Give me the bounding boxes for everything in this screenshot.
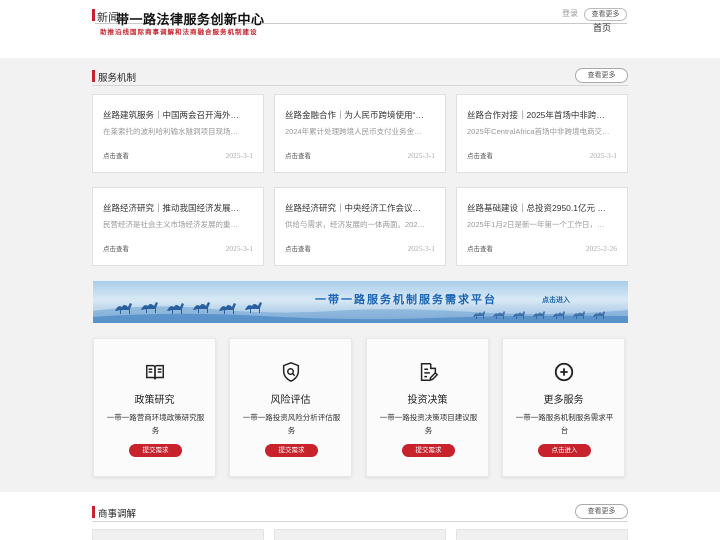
service-card-risk-assessment[interactable]: 风险评估 一带一路投资风险分析评估服务 提交需求 (229, 338, 352, 477)
news-card-desc: 2025年CentralAfrica首场中非跨境电商交… (467, 127, 610, 136)
service-desc: 一带一路投资决策项目建议服务 (379, 413, 478, 435)
news-card-desc: 供给与需求，经济发展的一体两面。202… (285, 220, 426, 229)
plus-circle-icon (554, 362, 574, 382)
news-card[interactable]: 丝路合作对接｜2025年首场中非跨… 2025年CentralAfrica首场中… (456, 94, 628, 173)
news-card-link[interactable]: 点击查看 (467, 243, 493, 253)
section-title: 商事调解 (98, 509, 137, 520)
banner-title: 一带一路服务机制服务需求平台 (315, 294, 497, 306)
service-mechanism-header: 服务机制 查看更多 (92, 68, 628, 86)
news-card-link[interactable]: 点击查看 (467, 150, 493, 160)
news-card-link[interactable]: 点击查看 (103, 243, 129, 253)
service-name: 风险评估 (270, 395, 311, 406)
service-name: 政策研究 (134, 395, 175, 406)
commercial-mediation-header: 商事调解 查看更多 (92, 504, 628, 522)
news-card-desc: 在莱索托的波利哈利输水隧洞项目现场… (103, 127, 238, 136)
news-card-title[interactable]: 丝路金融合作｜为人民币跨境使用“… (285, 109, 437, 121)
news-card[interactable]: 丝路金融合作｜为人民币跨境使用“… 2024年累计处理跨境人民币支付业务金… 点… (274, 94, 446, 173)
submit-request-button[interactable]: 提交需求 (402, 444, 455, 457)
mediation-card[interactable] (92, 529, 264, 540)
site-subtitle: 助推沿线国际商事调解和法商融合服务机制建设 (100, 29, 258, 36)
service-card-policy-research[interactable]: 政策研究 一带一路营商环境政策研究服务 提交需求 (93, 338, 216, 477)
view-more-button[interactable]: 查看更多 (575, 68, 628, 83)
header-accent-bar (92, 9, 95, 21)
news-card-date: 2025-3-1 (225, 151, 254, 160)
section-title: 服务机制 (98, 73, 137, 84)
shield-search-icon (282, 362, 300, 382)
section-accent-bar (92, 506, 95, 518)
section-divider (92, 85, 628, 86)
document-edit-icon (420, 363, 439, 382)
mediation-card[interactable] (456, 529, 628, 540)
news-card-title[interactable]: 丝路建筑服务｜中国两会召开海外… (103, 109, 255, 121)
news-card-link[interactable]: 点击查看 (285, 243, 311, 253)
news-card[interactable]: 丝路基础建设｜总投资2950.1亿元 … 2025年1月2日是新一年第一个工作日… (456, 187, 628, 266)
news-card[interactable]: 丝路经济研究｜中央经济工作会议… 供给与需求，经济发展的一体两面。202… 点击… (274, 187, 446, 266)
section-divider (92, 521, 628, 522)
news-card-title[interactable]: 丝路合作对接｜2025年首场中非跨… (467, 109, 619, 121)
view-more-button[interactable]: 查看更多 (575, 504, 628, 519)
service-card-investment-decision[interactable]: 投资决策 一带一路投资决策项目建议服务 提交需求 (366, 338, 489, 477)
header-more-button[interactable]: 查看更多 (584, 8, 627, 21)
login-link[interactable]: 登录 (562, 8, 578, 19)
news-card-date: 2025-3-1 (589, 151, 618, 160)
news-card-link[interactable]: 点击查看 (285, 150, 311, 160)
news-card-title[interactable]: 丝路经济研究｜中央经济工作会议… (285, 202, 437, 214)
news-card-desc: 2025年1月2日是新一年第一个工作日，… (467, 220, 605, 229)
service-card-more-services[interactable]: 更多服务 一带一路服务机制服务需求平台 点击进入 (502, 338, 625, 477)
news-card[interactable]: 丝路经济研究｜推动我国经济发展… 民营经济是社会主义市场经济发展的重… 点击查看… (92, 187, 264, 266)
enter-button[interactable]: 点击进入 (538, 444, 591, 457)
section-accent-bar (92, 70, 95, 82)
news-card-date: 2025-3-1 (225, 244, 254, 253)
service-desc: 一带一路服务机制服务需求平台 (515, 413, 614, 435)
news-card-title[interactable]: 丝路经济研究｜推动我国经济发展… (103, 202, 255, 214)
service-desc: 一带一路营商环境政策研究服务 (106, 413, 205, 435)
news-card-title[interactable]: 丝路基础建设｜总投资2950.1亿元 … (467, 202, 619, 214)
service-name: 投资决策 (407, 395, 448, 406)
news-card-date: 2025-2-26 (585, 244, 617, 253)
news-card-link[interactable]: 点击查看 (103, 150, 129, 160)
submit-request-button[interactable]: 提交需求 (265, 444, 318, 457)
news-card-date: 2025-3-1 (407, 151, 436, 160)
news-card-desc: 2024年累计处理跨境人民币支付业务金… (285, 127, 422, 136)
news-card-date: 2025-3-1 (407, 244, 436, 253)
banner-enter-link[interactable]: 点击进入 (542, 295, 570, 305)
mediation-card[interactable] (274, 529, 446, 540)
submit-request-button[interactable]: 提交需求 (129, 444, 182, 457)
service-platform-banner[interactable]: 一带一路服务机制服务需求平台 点击进入 (93, 281, 628, 323)
book-icon (146, 364, 164, 380)
news-card-desc: 民营经济是社会主义市场经济发展的重… (103, 220, 238, 229)
news-card[interactable]: 丝路建筑服务｜中国两会召开海外… 在莱索托的波利哈利输水隧洞项目现场… 点击查看… (92, 94, 264, 173)
service-desc: 一带一路投资风险分析评估服务 (242, 413, 341, 435)
home-link[interactable]: 首页 (593, 21, 611, 34)
site-header: 新闻 带一路法律服务创新中心 助推沿线国际商事调解和法商融合服务机制建设 登录 … (0, 0, 720, 58)
service-name: 更多服务 (543, 395, 584, 406)
